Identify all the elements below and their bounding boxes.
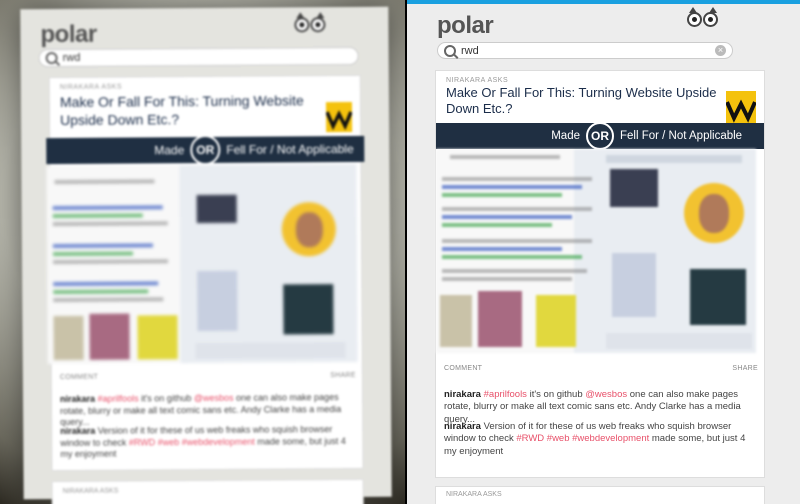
vote-bar: Made OR Fell For / Not Applicable: [436, 122, 764, 150]
or-divider: OR: [190, 134, 221, 166]
clear-icon[interactable]: ×: [715, 45, 726, 56]
next-card-kicker: NIRAKARA ASKS: [446, 491, 502, 498]
share-link[interactable]: SHARE: [732, 365, 758, 372]
preview-image: [46, 163, 358, 365]
vote-option-made[interactable]: Made: [46, 143, 190, 158]
comment-text: it's on github: [526, 389, 586, 400]
vote-bar: Made OR Fell For / Not Applicable: [46, 134, 365, 166]
next-card[interactable]: NIRAKARA ASKS: [51, 478, 364, 504]
comment-author[interactable]: nirakara: [444, 389, 481, 400]
comment-text-tag[interactable]: #RWD #web #webdevelopment: [516, 433, 649, 444]
card-title[interactable]: Make Or Fall For This: Turning Website U…: [60, 92, 310, 129]
card-kicker: NIRAKARA ASKS: [446, 77, 509, 84]
polar-logo[interactable]: polar: [437, 12, 494, 40]
comment-text-tag[interactable]: @wesbos: [585, 389, 627, 400]
search-bar[interactable]: ×: [437, 42, 733, 59]
badge-icon: [726, 91, 756, 125]
badge-icon: [325, 101, 353, 133]
next-card[interactable]: NIRAKARA ASKS: [435, 486, 765, 504]
search-input[interactable]: [461, 44, 715, 57]
next-card-kicker: NIRAKARA ASKS: [62, 487, 119, 496]
search-icon: [444, 44, 456, 57]
device-photo-pane: polar NIRAKARA ASKS Make Or Fall For Thi…: [0, 0, 405, 504]
comment-text-tag[interactable]: #aprilfools: [98, 393, 139, 403]
vote-option-fell-for[interactable]: Fell For / Not Applicable: [614, 130, 764, 142]
comment-author[interactable]: nirakara: [60, 426, 95, 436]
question-card[interactable]: NIRAKARA ASKS Make Or Fall For This: Tur…: [435, 70, 765, 478]
comment-2: nirakara Version of it for these of us w…: [60, 424, 352, 461]
comment-author[interactable]: nirakara: [60, 394, 95, 404]
screenshot-pane: polar × NIRAKARA ASKS Make Or Fall For T…: [407, 0, 800, 504]
comment-text-tag[interactable]: #aprilfools: [484, 389, 527, 400]
accent-bar: [407, 0, 800, 4]
device-screen: polar NIRAKARA ASKS Make Or Fall For Thi…: [20, 6, 392, 504]
share-link[interactable]: SHARE: [330, 372, 356, 379]
card-actions: COMMENT SHARE: [60, 372, 356, 381]
card-kicker: NIRAKARA ASKS: [59, 83, 123, 92]
comment-2: nirakara Version of it for these of us w…: [444, 421, 760, 458]
or-divider: OR: [586, 122, 614, 150]
vote-option-fell-for[interactable]: Fell For / Not Applicable: [220, 142, 364, 157]
vote-option-made[interactable]: Made: [436, 130, 586, 142]
comment-link[interactable]: COMMENT: [444, 365, 482, 372]
comment-text-tag[interactable]: #RWD #web #webdevelopment: [129, 436, 255, 447]
preview-image: [436, 149, 756, 353]
comment-text: it's on github: [138, 393, 194, 404]
search-icon: [45, 52, 58, 65]
comment-text-tag[interactable]: @wesbos: [194, 393, 234, 403]
owl-logo-icon: [294, 12, 326, 33]
comment-author[interactable]: nirakara: [444, 421, 481, 432]
card-title[interactable]: Make Or Fall For This: Turning Website U…: [446, 85, 724, 118]
comment-link[interactable]: COMMENT: [60, 374, 98, 381]
owl-logo-icon: [687, 7, 718, 27]
search-bar[interactable]: [38, 46, 359, 68]
app-screen: polar × NIRAKARA ASKS Make Or Fall For T…: [407, 0, 800, 504]
polar-logo[interactable]: polar: [40, 21, 96, 49]
card-actions: COMMENT SHARE: [444, 365, 758, 372]
question-card[interactable]: NIRAKARA ASKS Make Or Fall For This: Tur…: [46, 74, 365, 472]
search-input[interactable]: [62, 49, 352, 64]
